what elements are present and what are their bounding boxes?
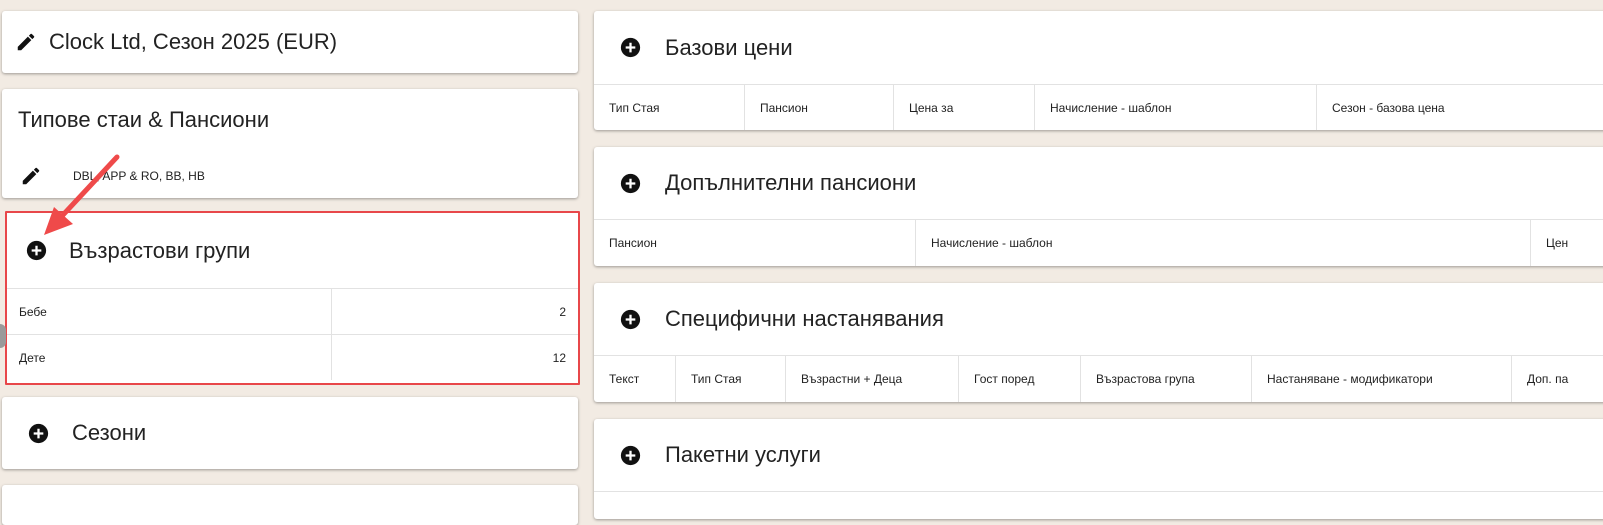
column-header[interactable]: Сезон - базова цена (1317, 85, 1603, 130)
age-groups-header: Възрастови групи (7, 213, 578, 289)
age-group-value: 12 (552, 350, 566, 365)
column-header[interactable]: Настаняване - модификатори (1252, 356, 1512, 402)
column-header[interactable]: Пансион (594, 220, 916, 266)
seasons-title: Сезони (72, 420, 147, 445)
hotel-header-title: Clock Ltd, Сезон 2025 (EUR) (49, 29, 338, 54)
age-groups-card: Възрастови групи Бебе 2 Дете 12 (5, 211, 580, 385)
drawer-handle[interactable] (0, 324, 6, 348)
age-group-name: Бебе (7, 289, 332, 335)
extra-boards-columns: Пансион Начисление - шаблон Цен (594, 220, 1603, 266)
base-prices-card: Базови цени Тип Стая Пансион Цена за Нач… (594, 11, 1603, 130)
base-prices-columns: Тип Стая Пансион Цена за Начисление - ша… (594, 85, 1603, 130)
package-services-card: Пакетни услуги (594, 419, 1603, 519)
age-groups-title: Възрастови групи (69, 237, 251, 263)
table-row[interactable]: Бебе 2 (7, 289, 578, 335)
column-header[interactable]: Възрастни + Деца (786, 356, 959, 402)
base-prices-title: Базови цени (665, 34, 793, 60)
specific-accommodations-columns: Текст Тип Стая Възрастни + Деца Гост пор… (594, 356, 1603, 402)
pencil-icon[interactable] (20, 165, 42, 187)
next-card (2, 485, 578, 525)
age-group-name: Дете (7, 334, 332, 380)
plus-circle-icon[interactable] (620, 37, 641, 58)
seasons-card: Сезони (2, 397, 578, 469)
plus-circle-icon[interactable] (28, 423, 49, 444)
specific-accommodations-title: Специфични настанявания (665, 306, 944, 331)
column-header[interactable]: Начисление - шаблон (916, 220, 1531, 266)
column-header[interactable]: Пансион (745, 85, 894, 130)
column-header[interactable]: Доп. па (1512, 356, 1603, 402)
plus-circle-icon[interactable] (620, 173, 641, 194)
column-header[interactable]: Гост поред (959, 356, 1081, 402)
plus-circle-icon[interactable] (620, 309, 641, 330)
package-services-title: Пакетни услуги (665, 442, 821, 467)
extra-boards-title: Допълнителни пансиони (665, 170, 917, 195)
pencil-icon[interactable] (15, 31, 37, 53)
specific-accommodations-header: Специфични настанявания (594, 283, 1603, 356)
column-header[interactable]: Тип Стая (676, 356, 786, 402)
room-types-summary: DBL, APP & RO, BB, HB (73, 169, 205, 183)
room-types-card: Типове стаи & Пансиони DBL, APP & RO, BB… (2, 89, 578, 198)
column-header[interactable]: Текст (594, 356, 676, 402)
extra-boards-card: Допълнителни пансиони Пансион Начисление… (594, 147, 1603, 266)
column-header[interactable]: Цен (1531, 220, 1603, 266)
age-group-value: 2 (331, 289, 578, 335)
room-types-title: Типове стаи & Пансиони (18, 107, 270, 132)
table-row[interactable]: Дете 12 (7, 334, 578, 380)
base-prices-header: Базови цени (594, 11, 1603, 85)
specific-accommodations-card: Специфични настанявания Текст Тип Стая В… (594, 283, 1603, 402)
column-header[interactable]: Тип Стая (594, 85, 745, 130)
column-header[interactable]: Възрастова група (1081, 356, 1252, 402)
column-header[interactable]: Начисление - шаблон (1035, 85, 1317, 130)
age-groups-table: Бебе 2 Дете 12 (7, 289, 578, 380)
column-header[interactable]: Цена за (894, 85, 1035, 130)
package-services-header: Пакетни услуги (594, 419, 1603, 492)
plus-circle-icon[interactable] (620, 445, 641, 466)
hotel-header-card: Clock Ltd, Сезон 2025 (EUR) (2, 11, 578, 73)
plus-circle-icon[interactable] (26, 240, 47, 261)
extra-boards-header: Допълнителни пансиони (594, 147, 1603, 220)
